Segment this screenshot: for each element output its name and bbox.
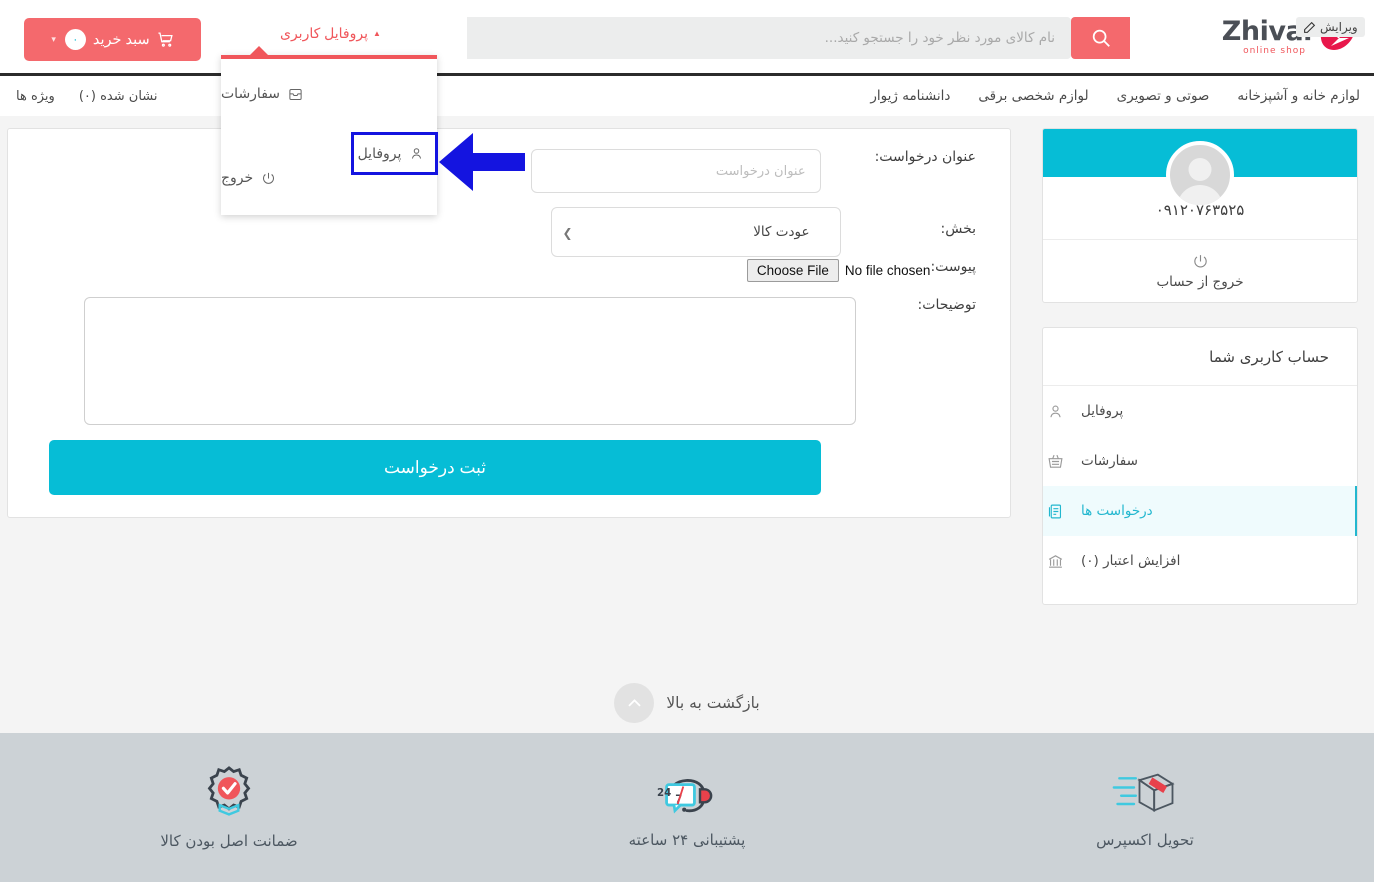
nav-item-3[interactable]: دانشنامه ژیوار (870, 88, 950, 104)
cart-count-badge: ۰ (64, 29, 86, 50)
chevron-up-icon (614, 683, 655, 723)
basket-icon (1043, 453, 1067, 470)
search-submit-button[interactable] (1071, 17, 1130, 59)
bank-icon (1043, 553, 1067, 570)
account-menu-title: حساب کاربری شما (1043, 328, 1357, 386)
section-select[interactable]: عودت کالا (550, 207, 841, 257)
section-label: بخش: (940, 221, 977, 237)
svg-text:24: 24 (657, 787, 671, 798)
sidebar-item-requests[interactable]: درخواست ها (1043, 486, 1357, 536)
user-icon (412, 148, 422, 159)
form-row-title: عنوان درخواست: (530, 149, 976, 193)
dropdown-logout-label: خروج (221, 170, 254, 186)
sidebar-item-profile-label: پروفایل (1081, 403, 1124, 419)
caret-up-icon: ▲ (373, 28, 381, 38)
sidebar-item-credit[interactable]: افزایش اعتبار (۰) (1043, 536, 1357, 586)
dropdown-item-orders[interactable]: سفارشات (221, 73, 437, 115)
submit-request-button[interactable]: ثبت درخواست (49, 440, 821, 495)
user-profile-card: ۰۹۱۲۰۷۶۳۵۲۵ خروج از حساب (1042, 128, 1358, 303)
profile-dropdown-menu: سفارشات پروفایل خروج پروفایل (221, 46, 438, 215)
dropdown-profile-label: پروفایل (357, 145, 402, 162)
description-textarea[interactable] (83, 297, 856, 425)
attachment-label: پیوست: (930, 259, 976, 275)
main-navigation: لوازم خانه و آشپزخانه صوتی و تصویری لواز… (870, 76, 1360, 116)
sidebar-item-requests-label: درخواست ها (1081, 503, 1153, 519)
sidebar-item-orders-label: سفارشات (1081, 453, 1138, 469)
footer-features: تحویل اکسپرس 24 7 پشتیبانی ۲۴ ساعته ضمان… (0, 733, 1374, 882)
chevron-down-icon: ▾ (51, 34, 56, 44)
pencil-icon (1304, 21, 1316, 33)
search-bar (467, 17, 1130, 59)
power-icon (263, 172, 275, 184)
edit-label: ویرایش (1320, 20, 1358, 34)
annotation-arrow (439, 133, 525, 191)
file-status-text: No file chosen (844, 263, 931, 278)
footer-feature-support-label: پشتیبانی ۲۴ ساعته (628, 830, 746, 849)
express-delivery-box-icon (1112, 773, 1175, 812)
logo-subtitle: online shop (1243, 46, 1306, 56)
footer-feature-guarantee-label: ضمانت اصل بودن کالا (160, 831, 298, 850)
footer-feature-express-label: تحویل اکسپرس (1096, 830, 1194, 849)
nav-special-items[interactable]: ویژه ها (16, 89, 55, 104)
profile-menu-toggle[interactable]: ▲ پروفایل کاربری (280, 25, 381, 42)
footer-feature-support: 24 7 پشتیبانی ۲۴ ساعته (458, 767, 916, 849)
site-header: سبد خرید ۰ ▾ ▲ پروفایل کاربری نام کالای … (0, 0, 1374, 116)
user-icon (1043, 403, 1067, 420)
guarantee-badge-icon (207, 765, 251, 816)
nav-item-2[interactable]: لوازم شخصی برقی (978, 88, 1088, 104)
edit-button[interactable]: ویرایش (1296, 17, 1365, 37)
logout-account-button[interactable]: خروج از حساب (1043, 239, 1357, 303)
cart-button[interactable]: سبد خرید ۰ ▾ (24, 18, 201, 61)
secondary-navigation: ویژه ها نشان شده (۰) (16, 76, 158, 116)
profile-menu-label: پروفایل کاربری (280, 25, 368, 41)
shopping-cart-icon (158, 32, 173, 47)
dropdown-orders-label: سفارشات (221, 86, 281, 102)
footer-feature-guarantee: ضمانت اصل بودن کالا (0, 765, 458, 850)
account-menu-card: حساب کاربری شما پروفایل سفارشات درخواست … (1042, 327, 1358, 605)
avatar (1166, 141, 1234, 209)
sidebar-item-credit-label: افزایش اعتبار (۰) (1081, 553, 1181, 569)
avatar-head-icon (1188, 158, 1212, 181)
footer-feature-express: تحویل اکسپرس (916, 767, 1374, 849)
choose-file-button[interactable]: Choose File (746, 259, 839, 282)
header-top-row: سبد خرید ۰ ▾ ▲ پروفایل کاربری نام کالای … (0, 0, 1374, 76)
logout-label: خروج از حساب (1156, 274, 1244, 290)
document-list-icon (1043, 503, 1067, 520)
page-root: سبد خرید ۰ ▾ ▲ پروفایل کاربری نام کالای … (0, 0, 1374, 882)
back-to-top-label: بازگشت به بالا (666, 694, 760, 712)
request-title-input[interactable] (530, 149, 821, 193)
nav-bookmarked[interactable]: نشان شده (۰) (79, 89, 158, 104)
search-input[interactable] (467, 17, 1071, 59)
form-row-description: توضیحات: (83, 297, 976, 425)
back-to-top-button[interactable]: بازگشت به بالا (0, 683, 1374, 723)
title-label: عنوان درخواست: (874, 149, 976, 165)
headset-247-icon: 24 7 (657, 778, 713, 814)
user-phone-number: ۰۹۱۲۰۷۶۳۵۲۵ (1155, 201, 1245, 219)
form-row-attachment: پیوست: Choose File No file chosen (697, 259, 976, 282)
power-icon (1193, 255, 1207, 268)
sidebar-item-profile[interactable]: پروفایل (1043, 386, 1357, 436)
dropdown-item-profile[interactable]: پروفایل (351, 132, 438, 175)
header-nav-row: لوازم خانه و آشپزخانه صوتی و تصویری لواز… (0, 76, 1374, 116)
description-label: توضیحات: (917, 297, 976, 313)
nav-item-1[interactable]: صوتی و تصویری (1117, 88, 1210, 104)
sidebar-item-orders[interactable]: سفارشات (1043, 436, 1357, 486)
inbox-icon (289, 88, 302, 100)
cart-label: سبد خرید (92, 31, 150, 48)
form-row-section: بخش: عودت کالا ❯ (550, 207, 977, 257)
nav-item-0[interactable]: لوازم خانه و آشپزخانه (1237, 88, 1360, 104)
search-icon (1092, 29, 1110, 47)
